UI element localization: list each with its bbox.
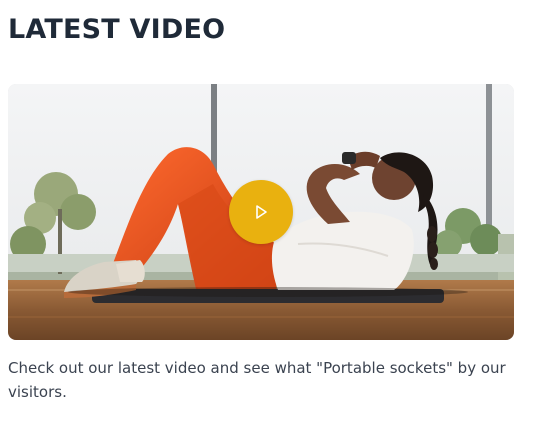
play-button[interactable] xyxy=(229,180,293,244)
video-description: Check out our latest video and see what … xyxy=(8,359,506,401)
play-icon xyxy=(256,205,267,219)
section-title: LATEST VIDEO xyxy=(8,14,226,45)
latest-video-section: LATEST VIDEO Check out our latest video … xyxy=(0,0,549,429)
video-player[interactable] xyxy=(8,84,514,340)
